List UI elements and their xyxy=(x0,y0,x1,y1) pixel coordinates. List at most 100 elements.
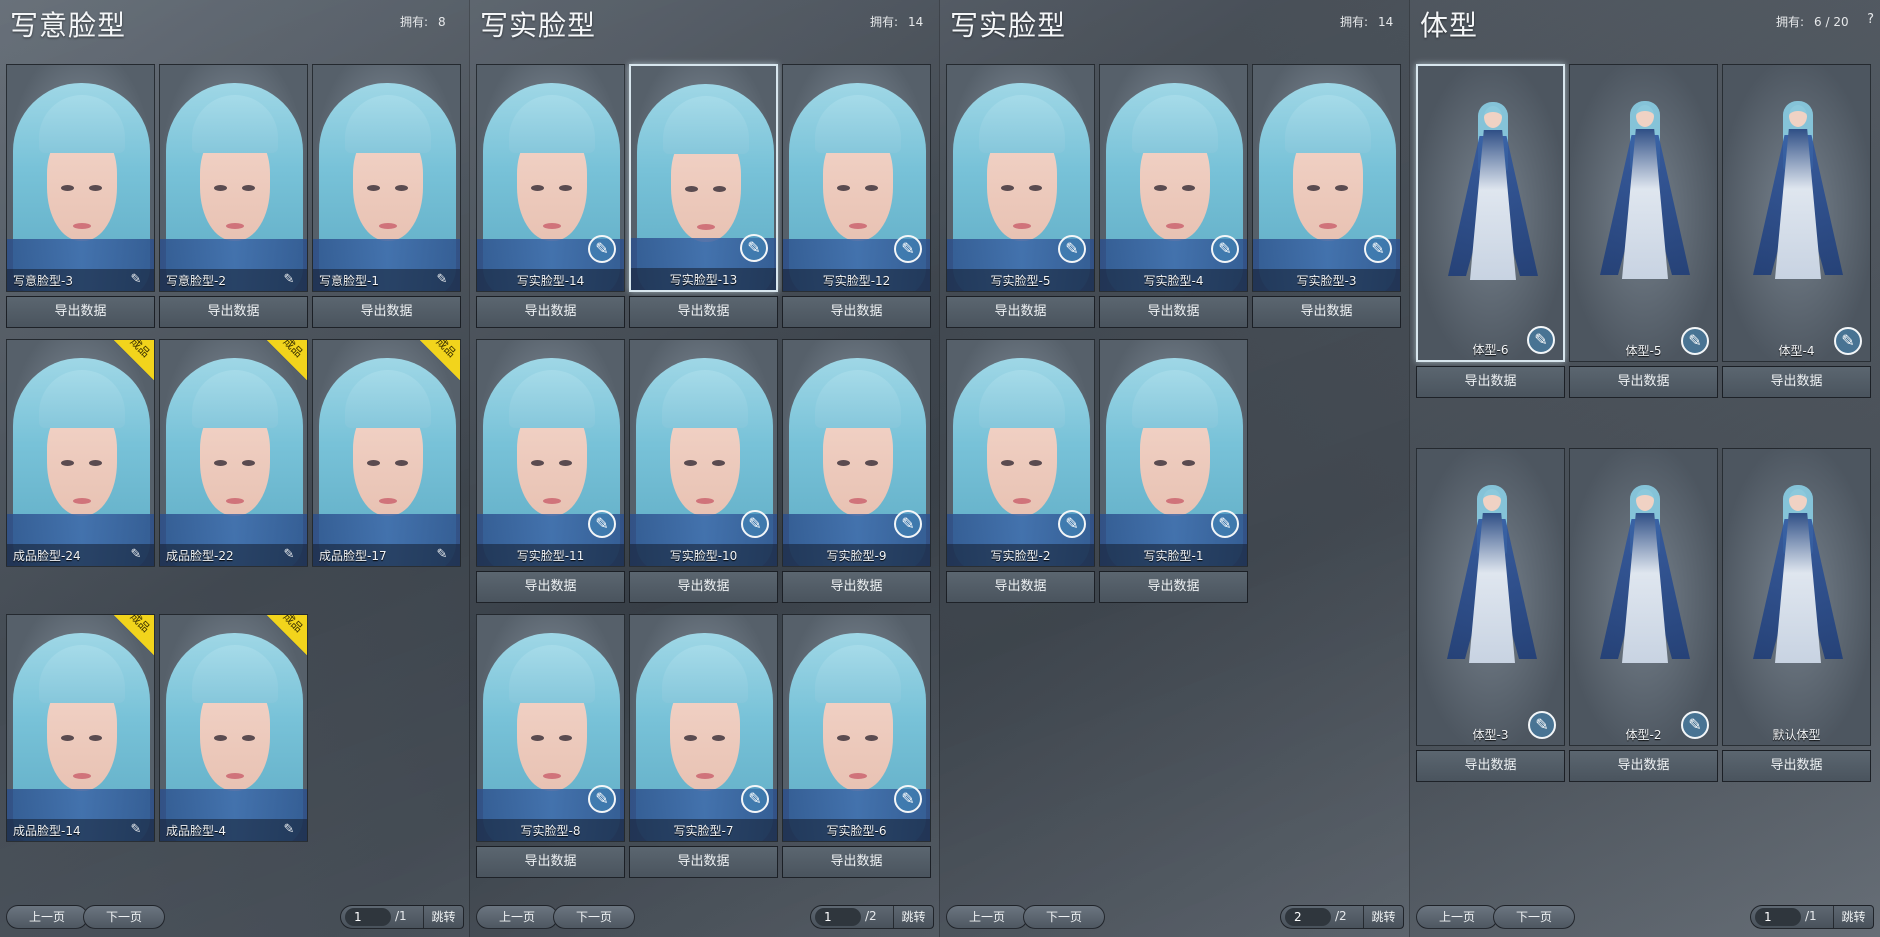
edit-brush-icon[interactable]: ✎ xyxy=(1211,510,1239,538)
edit-brush-icon[interactable]: ✎ xyxy=(1364,235,1392,263)
edit-brush-icon[interactable]: ✎ xyxy=(128,547,144,563)
jump-button[interactable]: 跳转 xyxy=(1833,906,1873,928)
edit-brush-icon[interactable]: ✎ xyxy=(128,822,144,838)
edit-brush-icon[interactable]: ✎ xyxy=(1058,510,1086,538)
pagination: 上一页 下一页 2 /2 跳转 xyxy=(946,905,1404,931)
export-data-button[interactable]: 导出数据 xyxy=(159,296,308,328)
face-card[interactable]: 写实脸型-10 ✎ xyxy=(629,339,778,567)
edit-brush-icon[interactable]: ✎ xyxy=(588,785,616,813)
export-data-button[interactable]: 导出数据 xyxy=(1722,750,1871,782)
export-data-button[interactable]: 导出数据 xyxy=(1416,750,1565,782)
edit-brush-icon[interactable]: ✎ xyxy=(588,235,616,263)
face-card[interactable]: 写实脸型-2 ✎ xyxy=(946,339,1095,567)
export-data-button[interactable]: 导出数据 xyxy=(1722,366,1871,398)
face-card[interactable]: 写实脸型-8 ✎ xyxy=(476,614,625,842)
next-page-button[interactable]: 下一页 xyxy=(83,905,165,929)
export-data-button[interactable]: 导出数据 xyxy=(1569,366,1718,398)
edit-brush-icon[interactable]: ✎ xyxy=(1681,711,1709,739)
body-card[interactable]: 默认体型 xyxy=(1722,448,1871,746)
face-card[interactable]: 写实脸型-3 ✎ xyxy=(1252,64,1401,292)
prev-page-button[interactable]: 上一页 xyxy=(476,905,558,929)
edit-brush-icon[interactable]: ✎ xyxy=(741,785,769,813)
edit-brush-icon[interactable]: ✎ xyxy=(434,547,450,563)
export-data-button[interactable]: 导出数据 xyxy=(1569,750,1718,782)
export-data-button[interactable]: 导出数据 xyxy=(1252,296,1401,328)
face-card[interactable]: 成品 成品脸型-17 ✎ xyxy=(312,339,461,567)
edit-brush-icon[interactable]: ✎ xyxy=(281,272,297,288)
face-card-selected[interactable]: 写实脸型-13 ✎ xyxy=(629,64,778,292)
edit-brush-icon[interactable]: ✎ xyxy=(1528,711,1556,739)
edit-brush-icon[interactable]: ✎ xyxy=(434,272,450,288)
prev-page-button[interactable]: 上一页 xyxy=(1416,905,1498,929)
export-data-button[interactable]: 导出数据 xyxy=(312,296,461,328)
edit-brush-icon[interactable]: ✎ xyxy=(588,510,616,538)
face-card[interactable]: 写意脸型-1 ✎ xyxy=(312,64,461,292)
edit-brush-icon[interactable]: ✎ xyxy=(281,547,297,563)
edit-brush-icon[interactable]: ✎ xyxy=(281,822,297,838)
edit-brush-icon[interactable]: ✎ xyxy=(741,510,769,538)
face-card[interactable]: 成品 成品脸型-24 ✎ xyxy=(6,339,155,567)
export-data-button[interactable]: 导出数据 xyxy=(629,846,778,878)
edit-brush-icon[interactable]: ✎ xyxy=(894,510,922,538)
next-page-button[interactable]: 下一页 xyxy=(1493,905,1575,929)
edit-brush-icon[interactable]: ✎ xyxy=(1527,326,1555,354)
export-data-button[interactable]: 导出数据 xyxy=(782,296,931,328)
face-card[interactable]: 写实脸型-9 ✎ xyxy=(782,339,931,567)
face-card[interactable]: 成品 成品脸型-14 ✎ xyxy=(6,614,155,842)
jump-button[interactable]: 跳转 xyxy=(423,906,463,928)
face-card[interactable]: 写实脸型-7 ✎ xyxy=(629,614,778,842)
page-number-input[interactable]: 1 xyxy=(815,908,861,926)
page-number-input[interactable]: 1 xyxy=(1755,908,1801,926)
panel-realistic-face-page-1: 写实脸型 拥有: 14 写实脸型-14 ✎ 导出数据 写实脸型-13 ✎ 导出数据… xyxy=(470,0,940,937)
export-data-button[interactable]: 导出数据 xyxy=(782,571,931,603)
help-icon[interactable]: ? xyxy=(1867,12,1874,27)
face-card[interactable]: 成品 成品脸型-22 ✎ xyxy=(159,339,308,567)
page-number-input[interactable]: 2 xyxy=(1285,908,1331,926)
export-data-button[interactable]: 导出数据 xyxy=(946,296,1095,328)
body-card[interactable]: 体型-3 ✎ xyxy=(1416,448,1565,746)
edit-brush-icon[interactable]: ✎ xyxy=(128,272,144,288)
export-data-button[interactable]: 导出数据 xyxy=(629,571,778,603)
export-data-button[interactable]: 导出数据 xyxy=(1099,571,1248,603)
edit-brush-icon[interactable]: ✎ xyxy=(740,234,768,262)
face-card[interactable]: 写实脸型-14 ✎ xyxy=(476,64,625,292)
edit-brush-icon[interactable]: ✎ xyxy=(894,235,922,263)
export-data-button[interactable]: 导出数据 xyxy=(476,571,625,603)
face-card[interactable]: 成品 成品脸型-4 ✎ xyxy=(159,614,308,842)
page-number-input[interactable]: 1 xyxy=(345,908,391,926)
next-page-button[interactable]: 下一页 xyxy=(1023,905,1105,929)
export-data-button[interactable]: 导出数据 xyxy=(1099,296,1248,328)
edit-brush-icon[interactable]: ✎ xyxy=(1058,235,1086,263)
face-card[interactable]: 写实脸型-6 ✎ xyxy=(782,614,931,842)
body-card[interactable]: 体型-4 ✎ xyxy=(1722,64,1871,362)
edit-brush-icon[interactable]: ✎ xyxy=(894,785,922,813)
prev-page-button[interactable]: 上一页 xyxy=(946,905,1028,929)
next-page-button[interactable]: 下一页 xyxy=(553,905,635,929)
body-card[interactable]: 体型-5 ✎ xyxy=(1569,64,1718,362)
face-card[interactable]: 写实脸型-11 ✎ xyxy=(476,339,625,567)
face-card[interactable]: 写实脸型-4 ✎ xyxy=(1099,64,1248,292)
edit-brush-icon[interactable]: ✎ xyxy=(1681,327,1709,355)
edit-brush-icon[interactable]: ✎ xyxy=(1211,235,1239,263)
face-card[interactable]: 写意脸型-2 ✎ xyxy=(159,64,308,292)
face-card[interactable]: 写实脸型-1 ✎ xyxy=(1099,339,1248,567)
body-card[interactable]: 体型-2 ✎ xyxy=(1569,448,1718,746)
export-data-button[interactable]: 导出数据 xyxy=(1416,366,1565,398)
export-data-button[interactable]: 导出数据 xyxy=(476,296,625,328)
prev-page-button[interactable]: 上一页 xyxy=(6,905,88,929)
export-data-button[interactable]: 导出数据 xyxy=(6,296,155,328)
export-data-button[interactable]: 导出数据 xyxy=(946,571,1095,603)
face-card[interactable]: 写意脸型-3 ✎ xyxy=(6,64,155,292)
export-data-button[interactable]: 导出数据 xyxy=(782,846,931,878)
card-label: 写实脸型-3 xyxy=(1296,274,1357,288)
face-card[interactable]: 写实脸型-12 ✎ xyxy=(782,64,931,292)
export-data-button[interactable]: 导出数据 xyxy=(476,846,625,878)
export-data-button[interactable]: 导出数据 xyxy=(629,296,778,328)
finished-badge: 成品 xyxy=(114,340,154,380)
edit-brush-icon[interactable]: ✎ xyxy=(1834,327,1862,355)
jump-button[interactable]: 跳转 xyxy=(1363,906,1403,928)
jump-button[interactable]: 跳转 xyxy=(893,906,933,928)
owned-count: 拥有: 8 xyxy=(400,15,446,29)
body-card-selected[interactable]: 体型-6 ✎ xyxy=(1416,64,1565,362)
face-card[interactable]: 写实脸型-5 ✎ xyxy=(946,64,1095,292)
